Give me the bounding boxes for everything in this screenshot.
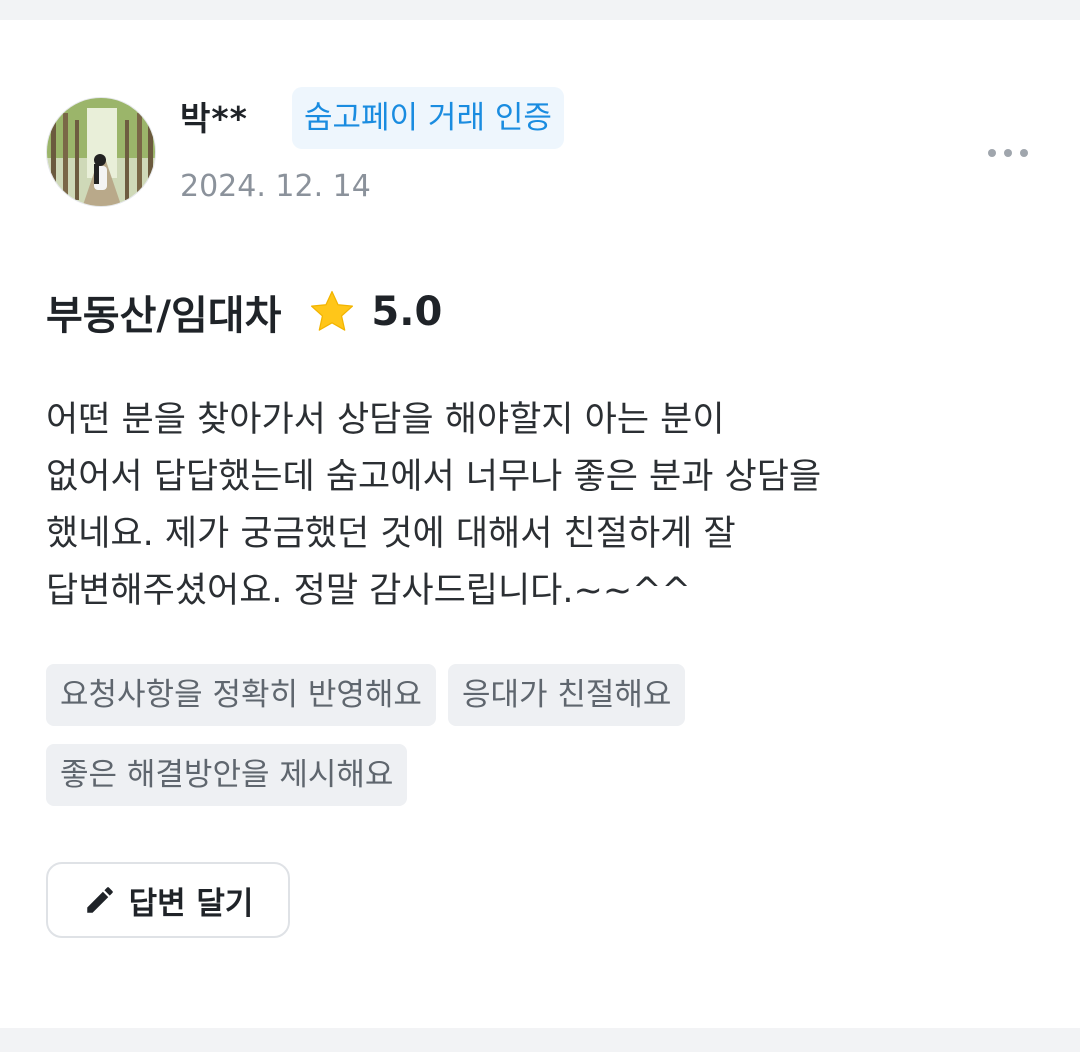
- rating-value: 5.0: [371, 289, 443, 335]
- review-date: 2024. 12. 14: [180, 169, 371, 204]
- dot: [1020, 149, 1028, 157]
- reviewer-name: 박**: [180, 99, 248, 138]
- review-body: 어떤 분을 찾아가서 상담을 해야할지 아는 분이 없어서 답답했는데 숨고에서…: [46, 392, 1036, 620]
- tag-row: 요청사항을 정확히 반영해요 응대가 친절해요: [46, 664, 1036, 726]
- avatar[interactable]: [46, 97, 156, 207]
- tag-row: 좋은 해결방안을 제시해요: [46, 744, 1036, 806]
- more-dots-icon[interactable]: [978, 133, 1038, 173]
- review-card: 박** 숨고페이 거래 인증 2024. 12. 14 부동산/임대차 5.0 …: [0, 20, 1080, 1028]
- dot: [988, 149, 996, 157]
- review-tag: 좋은 해결방안을 제시해요: [46, 744, 408, 806]
- pencil-icon: [86, 887, 113, 913]
- review-body-line: 했네요. 제가 궁금했던 것에 대해서 친절하게 잘: [46, 514, 736, 554]
- review-tags: 요청사항을 정확히 반영해요 응대가 친절해요 좋은 해결방안을 제시해요: [46, 664, 1036, 824]
- service-category: 부동산/임대차: [46, 293, 282, 339]
- review-body-line: 없어서 답답했는데 숨고에서 너무나 좋은 분과 상담을: [46, 457, 822, 497]
- service-rating-row: 부동산/임대차 5.0: [46, 282, 442, 342]
- avatar-image: [47, 98, 155, 206]
- reply-button[interactable]: 답변 달기: [46, 862, 290, 938]
- reply-button-label: 답변 달기: [128, 885, 254, 922]
- dot: [1004, 149, 1012, 157]
- review-body-line: 답변해주셨어요. 정말 감사드립니다.~~^^: [46, 571, 691, 611]
- review-tag: 요청사항을 정확히 반영해요: [46, 664, 436, 726]
- verified-payment-badge: 숨고페이 거래 인증: [292, 87, 564, 149]
- review-tag: 응대가 친절해요: [447, 664, 686, 726]
- star-icon: [311, 290, 354, 331]
- review-body-line: 어떤 분을 찾아가서 상담을 해야할지 아는 분이: [46, 400, 725, 440]
